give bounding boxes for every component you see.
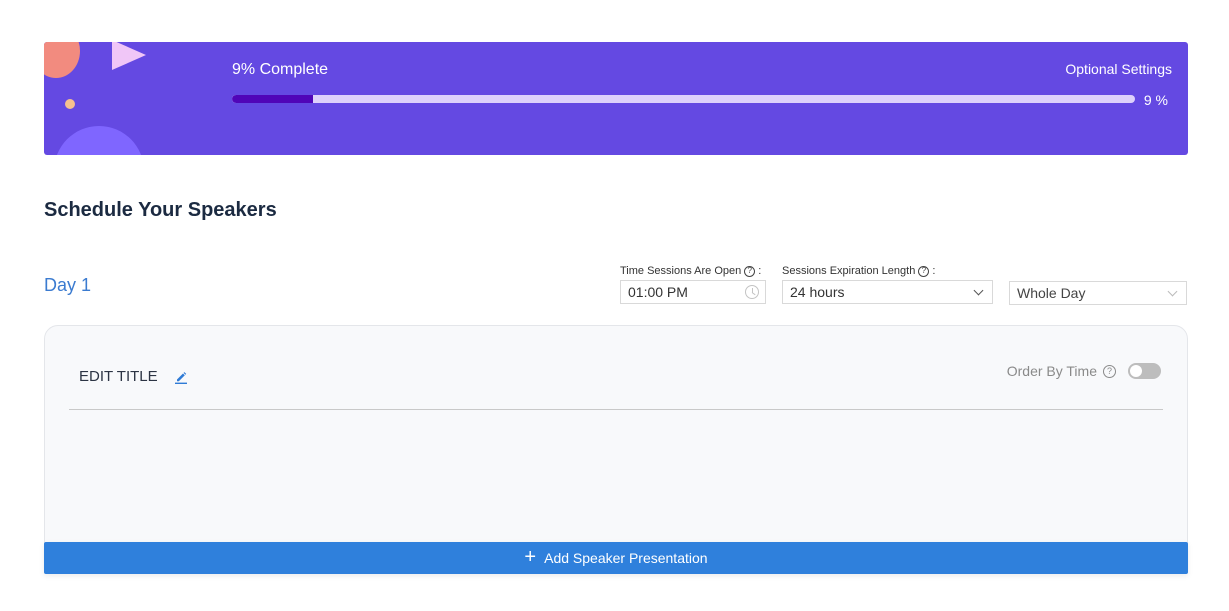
time-sessions-open-field: Time Sessions Are Open ? : 01:00 PM xyxy=(620,265,766,304)
field-label-text: Time Sessions Are Open xyxy=(620,265,742,277)
progress-label: 9% Complete xyxy=(232,61,329,78)
time-value: 01:00 PM xyxy=(628,284,688,300)
decorative-dot-icon xyxy=(65,99,75,109)
progress-banner: 9% Complete Optional Settings 9 % xyxy=(44,42,1188,155)
day-card: EDIT TITLE Order By Time ? xyxy=(44,325,1188,555)
edit-title-label: EDIT TITLE xyxy=(79,368,158,385)
toggle-knob xyxy=(1130,365,1142,377)
order-by-time-label: Order By Time xyxy=(1006,363,1097,379)
sessions-expiration-label: Sessions Expiration Length ? : xyxy=(782,265,993,277)
time-picker-input[interactable]: 01:00 PM xyxy=(620,280,766,304)
pencil-icon[interactable] xyxy=(174,370,188,384)
optional-settings-link[interactable]: Optional Settings xyxy=(1065,61,1172,77)
day-label: Day 1 xyxy=(44,275,92,295)
field-label-text: Sessions Expiration Length xyxy=(782,265,916,277)
order-by-time: Order By Time ? xyxy=(1007,363,1161,379)
decorative-triangle-icon xyxy=(112,42,146,70)
field-label-colon: : xyxy=(932,265,936,277)
decorative-large-circle-icon xyxy=(54,126,144,155)
progress-bar xyxy=(232,95,1135,103)
day-range-value: Whole Day xyxy=(1017,285,1086,301)
question-circle-icon[interactable]: ? xyxy=(918,265,930,277)
chevron-down-icon xyxy=(1167,286,1178,296)
question-circle-icon[interactable]: ? xyxy=(744,265,756,277)
progress-percent: 9 % xyxy=(1143,92,1168,108)
expiration-value: 24 hours xyxy=(790,284,845,300)
progress-bar-fill xyxy=(232,95,314,103)
edit-title: EDIT TITLE xyxy=(79,368,188,385)
decorative-circle-icon xyxy=(44,42,80,78)
day-range-select[interactable]: Whole Day xyxy=(1009,281,1187,305)
day-range-field: Whole Day xyxy=(1009,265,1187,305)
add-speaker-presentation-button[interactable]: + Add Speaker Presentation xyxy=(44,542,1188,574)
clock-icon xyxy=(745,285,759,299)
divider xyxy=(69,409,1163,410)
question-circle-icon[interactable]: ? xyxy=(1103,364,1116,378)
page-title: Schedule Your Speakers xyxy=(44,199,277,221)
chevron-down-icon xyxy=(973,285,984,295)
order-by-time-toggle[interactable] xyxy=(1128,363,1161,379)
expiration-length-select[interactable]: 24 hours xyxy=(782,280,993,304)
plus-icon: + xyxy=(524,546,537,568)
add-button-label: Add Speaker Presentation xyxy=(544,550,708,566)
sessions-expiration-field: Sessions Expiration Length ? : 24 hours xyxy=(782,265,993,304)
field-label-colon: : xyxy=(758,265,762,277)
time-sessions-open-label: Time Sessions Are Open ? : xyxy=(620,265,766,277)
